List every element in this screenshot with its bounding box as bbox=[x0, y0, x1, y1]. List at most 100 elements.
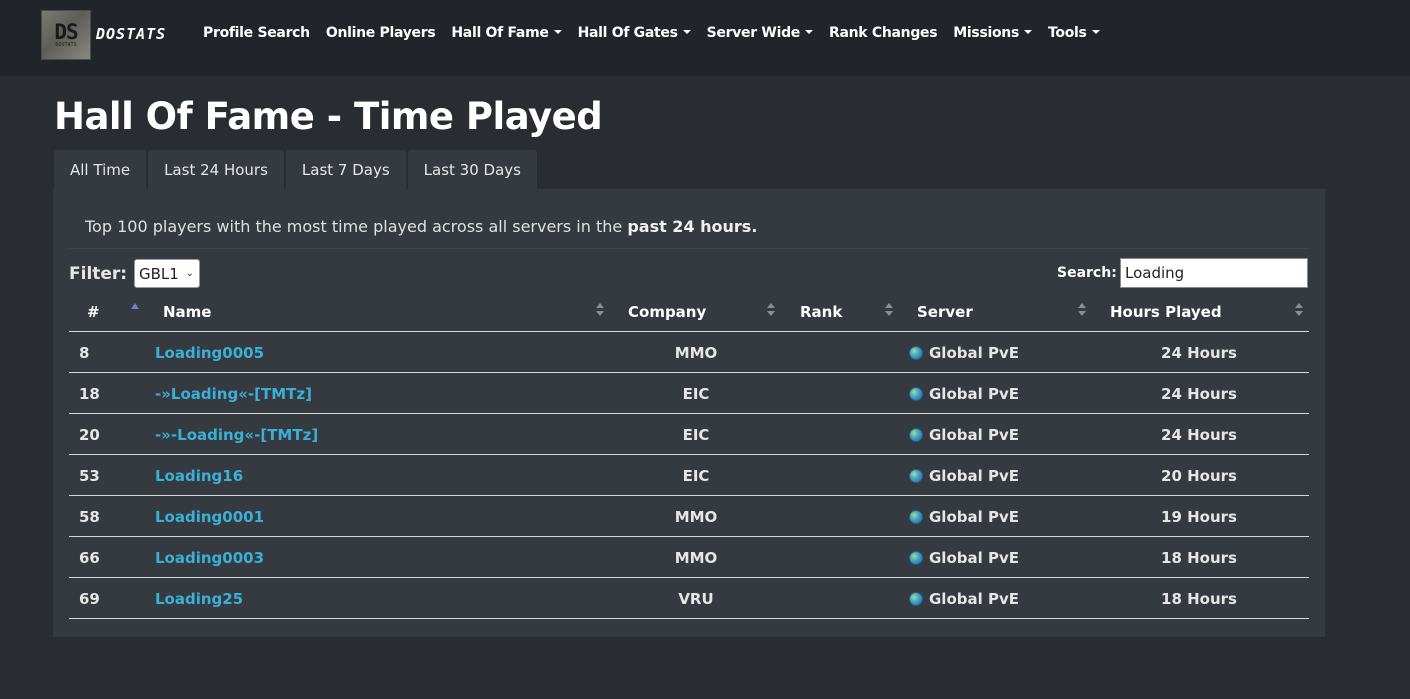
cell-server: Global PvE bbox=[909, 508, 1019, 526]
server-name: Global PvE bbox=[929, 508, 1019, 526]
table-row: 53 Loading16 EIC Global PvE 20 Hours bbox=[69, 455, 1309, 496]
server-name: Global PvE bbox=[929, 590, 1019, 608]
navbar: DS DOSTATS DOSTATS Profile Search Online… bbox=[0, 0, 1410, 76]
sort-icon[interactable] bbox=[1078, 301, 1086, 319]
cell-company: EIC bbox=[682, 385, 710, 403]
cell-server: Global PvE bbox=[909, 344, 1019, 362]
divider bbox=[69, 248, 1309, 249]
sort-icon[interactable] bbox=[767, 301, 775, 319]
page-title: Hall Of Fame - Time Played bbox=[54, 95, 603, 138]
tab-last-30-days[interactable]: Last 30 Days bbox=[407, 150, 537, 189]
player-link[interactable]: Loading25 bbox=[155, 590, 243, 608]
sort-icon[interactable] bbox=[1295, 301, 1303, 319]
table-row: 58 Loading0001 MMO Global PvE 19 Hours bbox=[69, 496, 1309, 537]
cell-hours: 24 Hours bbox=[1161, 344, 1237, 362]
nav-tools-dropdown[interactable]: Tools bbox=[1048, 25, 1100, 41]
nav-hall-of-gates-dropdown[interactable]: Hall Of Gates bbox=[578, 25, 691, 41]
nav-hall-of-fame-dropdown[interactable]: Hall Of Fame bbox=[451, 25, 561, 41]
cell-server: Global PvE bbox=[909, 426, 1019, 444]
search-value: Loading bbox=[1125, 264, 1185, 282]
cell-server: Global PvE bbox=[909, 467, 1019, 485]
cell-company: MMO bbox=[674, 344, 718, 362]
tab-last-24-hours[interactable]: Last 24 Hours bbox=[148, 150, 284, 189]
cell-rank: 69 bbox=[79, 590, 100, 608]
player-link[interactable]: Loading0005 bbox=[155, 344, 264, 362]
time-range-tabs: All Time Last 24 Hours Last 7 Days Last … bbox=[54, 150, 539, 189]
cell-company: EIC bbox=[682, 426, 710, 444]
header-company[interactable]: Company bbox=[628, 303, 706, 321]
brand-logo-subtext: DOSTATS bbox=[55, 42, 77, 48]
header-hours-played[interactable]: Hours Played bbox=[1110, 303, 1222, 321]
chevron-down-icon: ⌄ bbox=[185, 268, 194, 279]
cell-hours: 18 Hours bbox=[1161, 590, 1237, 608]
globe-icon bbox=[909, 387, 923, 401]
table-row: 66 Loading0003 MMO Global PvE 18 Hours bbox=[69, 537, 1309, 578]
sort-icon[interactable] bbox=[596, 301, 604, 319]
cell-server: Global PvE bbox=[909, 385, 1019, 403]
server-name: Global PvE bbox=[929, 467, 1019, 485]
filter-value: GBL1 bbox=[139, 264, 179, 283]
nav-profile-search[interactable]: Profile Search bbox=[203, 25, 310, 41]
player-link[interactable]: Loading0001 bbox=[155, 508, 264, 526]
sort-asc-icon[interactable] bbox=[131, 301, 139, 309]
nav-online-players[interactable]: Online Players bbox=[326, 25, 436, 41]
cell-rank: 66 bbox=[79, 549, 100, 567]
player-link[interactable]: -»Loading«-[TMTz] bbox=[155, 385, 312, 403]
table-row: 69 Loading25 VRU Global PvE 18 Hours bbox=[69, 578, 1309, 619]
search-input[interactable]: Loading bbox=[1120, 258, 1308, 288]
description-bold: past 24 hours. bbox=[627, 217, 758, 236]
cell-rank: 8 bbox=[79, 344, 90, 362]
table-row: 18 -»Loading«-[TMTz] EIC Global PvE 24 H… bbox=[69, 373, 1309, 414]
cell-rank: 58 bbox=[79, 508, 100, 526]
cell-company: EIC bbox=[682, 467, 710, 485]
cell-hours: 24 Hours bbox=[1161, 426, 1237, 444]
sort-icon[interactable] bbox=[885, 301, 893, 319]
cell-hours: 18 Hours bbox=[1161, 549, 1237, 567]
header-rank-number[interactable]: # bbox=[87, 303, 100, 321]
tab-all-time[interactable]: All Time bbox=[54, 150, 147, 189]
nav-rank-changes[interactable]: Rank Changes bbox=[829, 25, 938, 41]
server-name: Global PvE bbox=[929, 344, 1019, 362]
cell-rank: 20 bbox=[79, 426, 100, 444]
globe-icon bbox=[909, 469, 923, 483]
filter-label: Filter: bbox=[69, 264, 128, 284]
cell-company: VRU bbox=[678, 590, 714, 608]
tab-last-7-days[interactable]: Last 7 Days bbox=[285, 150, 406, 189]
brand-logo[interactable]: DS DOSTATS bbox=[41, 10, 91, 60]
content-card: Top 100 players with the most time playe… bbox=[53, 189, 1325, 637]
nav-menu: Profile Search Online Players Hall Of Fa… bbox=[203, 25, 1116, 41]
table-row: 8 Loading0005 MMO Global PvE 24 Hours bbox=[69, 332, 1309, 373]
cell-hours: 24 Hours bbox=[1161, 385, 1237, 403]
brand-name[interactable]: DOSTATS bbox=[96, 25, 166, 43]
header-server[interactable]: Server bbox=[917, 303, 973, 321]
server-name: Global PvE bbox=[929, 549, 1019, 567]
cell-hours: 20 Hours bbox=[1161, 467, 1237, 485]
globe-icon bbox=[909, 592, 923, 606]
description-text: Top 100 players with the most time playe… bbox=[85, 217, 628, 236]
server-name: Global PvE bbox=[929, 385, 1019, 403]
cell-rank: 53 bbox=[79, 467, 100, 485]
filter-select[interactable]: GBL1 ⌄ bbox=[134, 259, 200, 288]
player-link[interactable]: -»-Loading«-[TMTz] bbox=[155, 426, 318, 444]
header-rank[interactable]: Rank bbox=[800, 303, 842, 321]
player-link[interactable]: Loading0003 bbox=[155, 549, 264, 567]
server-name: Global PvE bbox=[929, 426, 1019, 444]
cell-rank: 18 bbox=[79, 385, 100, 403]
cell-server: Global PvE bbox=[909, 549, 1019, 567]
globe-icon bbox=[909, 551, 923, 565]
search-label: Search: bbox=[1057, 265, 1117, 281]
globe-icon bbox=[909, 346, 923, 360]
cell-hours: 19 Hours bbox=[1161, 508, 1237, 526]
description: Top 100 players with the most time playe… bbox=[85, 217, 757, 236]
player-link[interactable]: Loading16 bbox=[155, 467, 243, 485]
cell-server: Global PvE bbox=[909, 590, 1019, 608]
players-table: # Name Company Rank Server Hours Played … bbox=[69, 292, 1309, 619]
table-row: 20 -»-Loading«-[TMTz] EIC Global PvE 24 … bbox=[69, 414, 1309, 455]
nav-server-wide-dropdown[interactable]: Server Wide bbox=[707, 25, 813, 41]
globe-icon bbox=[909, 510, 923, 524]
nav-missions-dropdown[interactable]: Missions bbox=[953, 25, 1032, 41]
globe-icon bbox=[909, 428, 923, 442]
header-name[interactable]: Name bbox=[163, 303, 211, 321]
cell-company: MMO bbox=[674, 549, 718, 567]
brand-logo-text: DS bbox=[54, 20, 78, 44]
